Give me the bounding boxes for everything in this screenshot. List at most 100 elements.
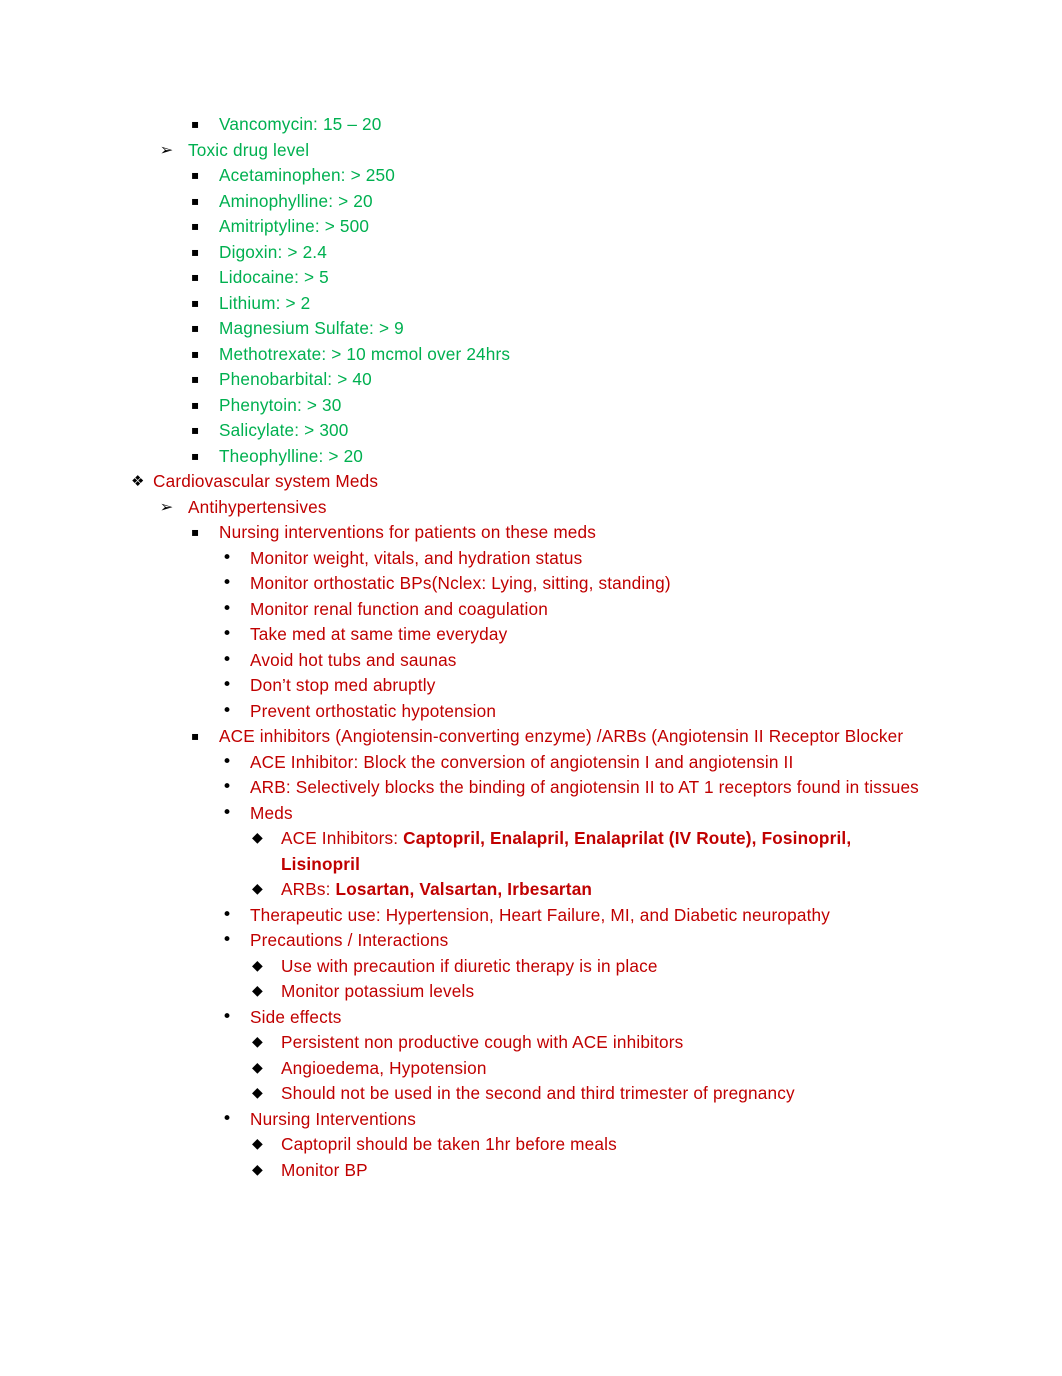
list-item: • Take med at same time everyday	[222, 622, 922, 648]
section-heading-label: Cardiovascular system Meds	[153, 471, 379, 491]
arrow-bullet-icon: ➢	[159, 140, 174, 159]
round-bullet-icon: •	[222, 1006, 233, 1027]
list-item-label: Captopril should be taken 1hr before mea…	[281, 1134, 617, 1154]
round-bullet-icon: •	[222, 930, 233, 950]
square-bullet-icon: ▪	[191, 219, 200, 233]
list-item: • Prevent orthostatic hypotension	[222, 699, 922, 725]
section-heading-cardiovascular: ❖ Cardiovascular system Meds	[131, 469, 922, 495]
list-item-label: ARBs: Losartan, Valsartan, Irbesartan	[281, 877, 922, 903]
list-item-label: Prevent orthostatic hypotension	[250, 700, 497, 721]
square-bullet-icon: ▪	[191, 321, 200, 335]
round-bullet-icon: •	[222, 598, 233, 619]
list-item-ace-arb-heading: ▪ ACE inhibitors (Angiotensin-converting…	[191, 724, 922, 750]
subsection-heading-antihypertensives: ➢ Antihypertensives	[160, 495, 922, 521]
list-item-label: Phenobarbital: > 40	[219, 369, 372, 389]
square-bullet-icon: ▪	[191, 397, 200, 412]
list-item-label: ACE Inhibitors: Captopril, Enalapril, En…	[281, 826, 922, 877]
diamond-bullet-icon: ◆	[252, 1085, 263, 1101]
list-item: • Monitor orthostatic BPs(Nclex: Lying, …	[222, 571, 922, 597]
list-item-meds-heading: • Meds	[222, 801, 922, 827]
square-bullet-icon: ▪	[191, 193, 200, 208]
list-item-precautions-heading: • Precautions / Interactions	[222, 928, 922, 954]
list-item-label: Monitor orthostatic BPs(Nclex: Lying, si…	[250, 573, 671, 593]
round-bullet-icon: •	[222, 700, 233, 721]
list-item: ◆ Monitor BP	[252, 1158, 922, 1184]
square-bullet-icon: ▪	[191, 295, 200, 310]
list-item-label: Meds	[250, 802, 293, 823]
list-item-arb-definition: • ARB: Selectively blocks the binding of…	[222, 775, 922, 801]
list-item: ▪ Vancomycin: 15 – 20	[191, 112, 922, 138]
list-item-toxic-drug-level: ➢ Toxic drug level	[160, 138, 922, 164]
list-item: ◆ Persistent non productive cough with A…	[252, 1030, 922, 1056]
list-item: ◆ Monitor potassium levels	[252, 979, 922, 1005]
arbs-drug-names: Losartan, Valsartan, Irbesartan	[335, 879, 593, 899]
arrow-bullet-icon: ➢	[159, 497, 174, 516]
list-item: ▪ Digoxin: > 2.4	[191, 240, 922, 266]
square-bullet-icon: ▪	[191, 270, 200, 284]
list-item-therapeutic-use: • Therapeutic use: Hypertension, Heart F…	[222, 903, 922, 929]
list-item: • Don’t stop med abruptly	[222, 673, 922, 699]
subsection-heading-label: Antihypertensives	[188, 496, 327, 517]
list-item: ▪ Aminophylline: > 20	[191, 189, 922, 215]
list-item-label: Use with precaution if diuretic therapy …	[281, 955, 658, 976]
square-bullet-icon: ▪	[191, 346, 200, 361]
list-item-label: Lithium: > 2	[219, 292, 311, 313]
list-item-label: Nursing interventions for patients on th…	[219, 522, 597, 542]
list-item: • Monitor renal function and coagulation	[222, 597, 922, 623]
list-item: ▪ Magnesium Sulfate: > 9	[191, 316, 922, 342]
list-item-label: Theophylline: > 20	[219, 445, 364, 466]
list-item-nursing-interventions-ace-heading: • Nursing Interventions	[222, 1107, 922, 1133]
list-item-label: Nursing Interventions	[250, 1108, 417, 1129]
list-item-label: Lidocaine: > 5	[219, 267, 329, 287]
list-item-label: Vancomycin: 15 – 20	[219, 114, 382, 134]
list-item: ▪ Methotrexate: > 10 mcmol over 24hrs	[191, 342, 922, 368]
list-item: ▪ Phenobarbital: > 40	[191, 367, 922, 393]
diamond-bullet-icon: ◆	[252, 830, 263, 846]
round-bullet-icon: •	[222, 547, 233, 568]
arbs-label: ARBs:	[281, 879, 336, 899]
square-bullet-icon: ▪	[191, 525, 200, 539]
diamond-cluster-bullet-icon: ❖	[131, 472, 145, 490]
list-item-label: Should not be used in the second and thi…	[281, 1083, 795, 1103]
round-bullet-icon: •	[222, 751, 233, 772]
list-item-label: ACE Inhibitor: Block the conversion of a…	[250, 751, 794, 772]
document-page: ▪ Vancomycin: 15 – 20 ➢ Toxic drug level…	[0, 0, 1062, 1376]
list-item: ◆ Use with precaution if diuretic therap…	[252, 954, 922, 980]
square-bullet-icon: ▪	[191, 168, 200, 182]
list-item: ◆ Should not be used in the second and t…	[252, 1081, 922, 1107]
diamond-bullet-icon: ◆	[252, 1034, 263, 1050]
square-bullet-icon: ▪	[191, 372, 200, 386]
list-item: ▪ Phenytoin: > 30	[191, 393, 922, 419]
diamond-bullet-icon: ◆	[252, 983, 263, 999]
square-bullet-icon: ▪	[191, 244, 200, 259]
list-item-label: Monitor weight, vitals, and hydration st…	[250, 547, 583, 568]
round-bullet-icon: •	[222, 573, 233, 593]
list-item-ace-definition: • ACE Inhibitor: Block the conversion of…	[222, 750, 922, 776]
list-item-label: Acetaminophen: > 250	[219, 165, 395, 185]
outline-content: ▪ Vancomycin: 15 – 20 ➢ Toxic drug level…	[131, 112, 922, 1184]
list-item-label: Phenytoin: > 30	[219, 394, 342, 415]
round-bullet-icon: •	[222, 904, 233, 925]
diamond-bullet-icon: ◆	[252, 1136, 263, 1152]
list-item: ▪ Lidocaine: > 5	[191, 265, 922, 291]
round-bullet-icon: •	[222, 624, 233, 644]
list-item-label: Don’t stop med abruptly	[250, 675, 436, 695]
list-item-label: Avoid hot tubs and saunas	[250, 649, 457, 670]
list-item-label: Monitor potassium levels	[281, 981, 475, 1001]
list-item: • Monitor weight, vitals, and hydration …	[222, 546, 922, 572]
list-item-label: Methotrexate: > 10 mcmol over 24hrs	[219, 343, 511, 364]
list-item-label: Digoxin: > 2.4	[219, 241, 327, 262]
diamond-bullet-icon: ◆	[252, 881, 263, 897]
list-item: • Avoid hot tubs and saunas	[222, 648, 922, 674]
list-item-label: Magnesium Sulfate: > 9	[219, 318, 404, 338]
list-item-label: Monitor renal function and coagulation	[250, 598, 548, 619]
square-bullet-icon: ▪	[191, 448, 200, 463]
round-bullet-icon: •	[222, 649, 233, 670]
list-item: ◆ Captopril should be taken 1hr before m…	[252, 1132, 922, 1158]
list-item-label: Persistent non productive cough with ACE…	[281, 1032, 684, 1052]
list-item-label: Side effects	[250, 1006, 342, 1027]
list-item: ◆ Angioedema, Hypotension	[252, 1056, 922, 1082]
diamond-bullet-icon: ◆	[252, 1161, 263, 1178]
list-item: ▪ Salicylate: > 300	[191, 418, 922, 444]
list-item: ▪ Theophylline: > 20	[191, 444, 922, 470]
